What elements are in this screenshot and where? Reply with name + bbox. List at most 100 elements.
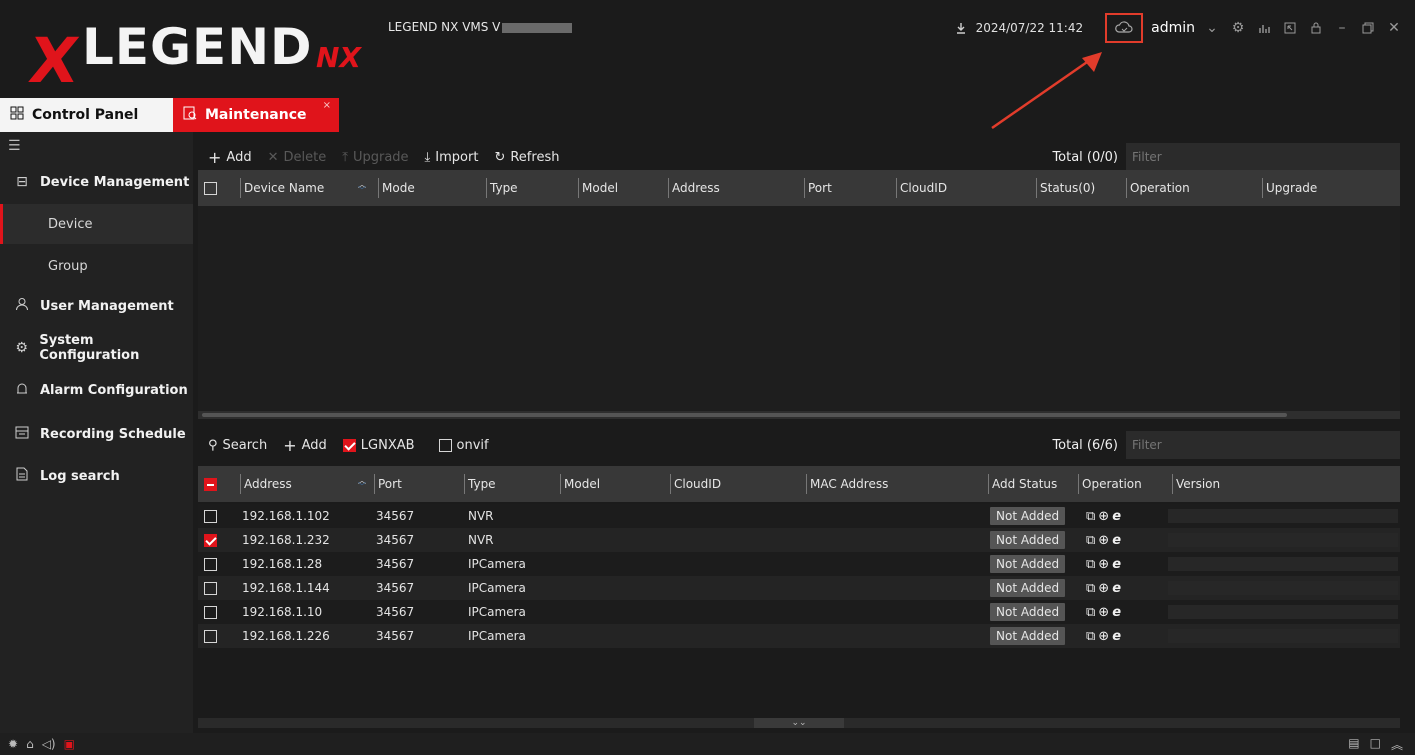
refresh-button[interactable]: ↻ Refresh — [494, 150, 559, 165]
column-header[interactable]: Port — [374, 466, 402, 502]
add-found-button[interactable]: + Add — [283, 436, 327, 455]
row-checkbox[interactable] — [204, 552, 217, 576]
bottom-scrollbar[interactable]: ⌄⌄ — [198, 718, 1400, 728]
fullscreen-icon[interactable]: □ — [1370, 736, 1381, 753]
username[interactable]: admin — [1151, 20, 1195, 36]
preview-icon[interactable]: ⧉ — [1086, 557, 1095, 572]
select-all-checkbox[interactable] — [204, 466, 217, 502]
sidebar-toggle-icon[interactable]: ☰ — [8, 138, 21, 154]
column-header[interactable]: Type — [486, 170, 518, 206]
upgrade-button[interactable]: ⤒ Upgrade — [342, 150, 408, 165]
sidebar-item-user-management[interactable]: User Management — [0, 286, 193, 326]
close-icon[interactable]: ✕ — [1383, 17, 1405, 39]
chevron-down-icon[interactable]: ⌄ — [1201, 17, 1223, 39]
table-row[interactable]: 192.168.1.226 34567 IPCamera Not Added ⧉… — [198, 624, 1400, 648]
ie-icon[interactable]: e — [1112, 605, 1121, 620]
web-icon[interactable]: ⊕ — [1098, 581, 1109, 596]
minimize-icon[interactable]: – — [1331, 17, 1353, 39]
column-header[interactable]: Mode — [378, 170, 415, 206]
select-all-checkbox[interactable] — [204, 170, 217, 206]
table-row[interactable]: 192.168.1.10 34567 IPCamera Not Added ⧉ ⊕… — [198, 600, 1400, 624]
network-icon[interactable]: ⌂ — [26, 737, 34, 751]
sort-icon[interactable]: ︿ ﹀ — [358, 170, 366, 206]
volume-icon[interactable]: ◁) — [42, 737, 56, 751]
title-bar: X LEGEND NX LEGEND NX VMS V 2024/07/22 1… — [0, 0, 1415, 130]
column-header[interactable]: Model — [559, 466, 600, 502]
search-filter-input[interactable] — [1126, 431, 1400, 459]
window-icon[interactable] — [1279, 17, 1301, 39]
column-header[interactable]: Address — [240, 466, 292, 502]
web-icon[interactable]: ⊕ — [1098, 533, 1109, 548]
sidebar-item-system-configuration[interactable]: ⚙ System Configuration — [0, 328, 193, 368]
tab-maintenance[interactable]: Maintenance × — [173, 98, 339, 132]
device-filter-input[interactable] — [1126, 143, 1400, 171]
column-header[interactable]: Device Name — [239, 170, 324, 206]
column-header[interactable]: Version — [1171, 466, 1220, 502]
preview-icon[interactable]: ⧉ — [1086, 509, 1095, 524]
web-icon[interactable]: ⊕ — [1098, 509, 1109, 524]
column-header[interactable]: CloudID — [895, 170, 947, 206]
table-row[interactable]: 192.168.1.102 34567 NVR Not Added ⧉ ⊕ e — [198, 504, 1400, 528]
preview-icon[interactable]: ⧉ — [1086, 581, 1095, 596]
tab-close-icon[interactable]: × — [323, 100, 331, 111]
sidebar-item-label: Group — [48, 258, 88, 274]
scrollbar-thumb[interactable] — [202, 413, 1287, 417]
cpu-icon[interactable]: ✹ — [8, 737, 18, 751]
onvif-checkbox[interactable]: onvif — [438, 438, 489, 453]
restore-icon[interactable] — [1357, 17, 1379, 39]
table-row[interactable]: 192.168.1.28 34567 IPCamera Not Added ⧉ ⊕… — [198, 552, 1400, 576]
sidebar-item-device-management[interactable]: ⊟ Device Management — [0, 162, 193, 202]
row-checkbox[interactable] — [204, 528, 217, 552]
ie-icon[interactable]: e — [1112, 557, 1121, 572]
sidebar-item-device[interactable]: Device — [0, 204, 193, 244]
ie-icon[interactable]: e — [1112, 629, 1121, 644]
column-header[interactable]: Model — [577, 170, 618, 206]
sort-icon[interactable]: ︿ ﹀ — [358, 466, 366, 502]
sidebar-item-group[interactable]: Group — [0, 246, 193, 286]
ie-icon[interactable]: e — [1112, 581, 1121, 596]
sidebar-item-log-search[interactable]: Log search — [0, 456, 193, 496]
download-icon[interactable] — [950, 17, 972, 39]
panel-icon[interactable]: ▤ — [1348, 736, 1359, 753]
column-header[interactable]: Operation — [1126, 170, 1190, 206]
column-header[interactable]: Upgrade — [1261, 170, 1317, 206]
table-row[interactable]: 192.168.1.144 34567 IPCamera Not Added ⧉… — [198, 576, 1400, 600]
column-header[interactable]: Status(0) — [1035, 170, 1095, 206]
lgnxab-checkbox[interactable]: LGNXAB — [342, 438, 415, 453]
chevron-up-icon[interactable]: ︽ — [1391, 736, 1403, 753]
ie-icon[interactable]: e — [1112, 533, 1121, 548]
horizontal-scrollbar[interactable] — [198, 411, 1400, 419]
tab-control-panel[interactable]: Control Panel — [0, 98, 173, 132]
sidebar-item-recording-schedule[interactable]: Recording Schedule — [0, 414, 193, 454]
row-checkbox[interactable] — [204, 624, 217, 648]
alarm-status-icon[interactable]: ▣ — [64, 737, 75, 751]
row-checkbox[interactable] — [204, 600, 217, 624]
import-button[interactable]: ⤓ Import — [425, 150, 479, 165]
web-icon[interactable]: ⊕ — [1098, 605, 1109, 620]
gear-icon[interactable]: ⚙ — [1227, 17, 1249, 39]
column-header[interactable]: Operation — [1078, 466, 1142, 502]
preview-icon[interactable]: ⧉ — [1086, 533, 1095, 548]
row-checkbox[interactable] — [204, 504, 217, 528]
collapse-panel-icon[interactable]: ⌄⌄ — [754, 718, 844, 728]
column-header[interactable]: Type — [464, 466, 496, 502]
table-row[interactable]: 192.168.1.232 34567 NVR Not Added ⧉ ⊕ e — [198, 528, 1400, 552]
column-header[interactable]: CloudID — [669, 466, 721, 502]
search-button[interactable]: ⚲ Search — [208, 438, 267, 453]
delete-device-button[interactable]: ✕ Delete — [268, 150, 327, 165]
column-header[interactable]: Address — [668, 170, 720, 206]
ie-icon[interactable]: e — [1112, 509, 1121, 524]
column-header[interactable]: MAC Address — [805, 466, 888, 502]
column-header[interactable]: Port — [804, 170, 832, 206]
column-header[interactable]: Add Status — [987, 466, 1057, 502]
preview-icon[interactable]: ⧉ — [1086, 629, 1095, 644]
sidebar-item-alarm-configuration[interactable]: Alarm Configuration — [0, 370, 193, 410]
cloud-icon[interactable] — [1105, 13, 1144, 43]
preview-icon[interactable]: ⧉ — [1086, 605, 1095, 620]
bar-chart-icon[interactable] — [1253, 17, 1275, 39]
add-device-button[interactable]: + Add — [208, 148, 252, 167]
row-checkbox[interactable] — [204, 576, 217, 600]
web-icon[interactable]: ⊕ — [1098, 629, 1109, 644]
web-icon[interactable]: ⊕ — [1098, 557, 1109, 572]
lock-icon[interactable] — [1305, 17, 1327, 39]
